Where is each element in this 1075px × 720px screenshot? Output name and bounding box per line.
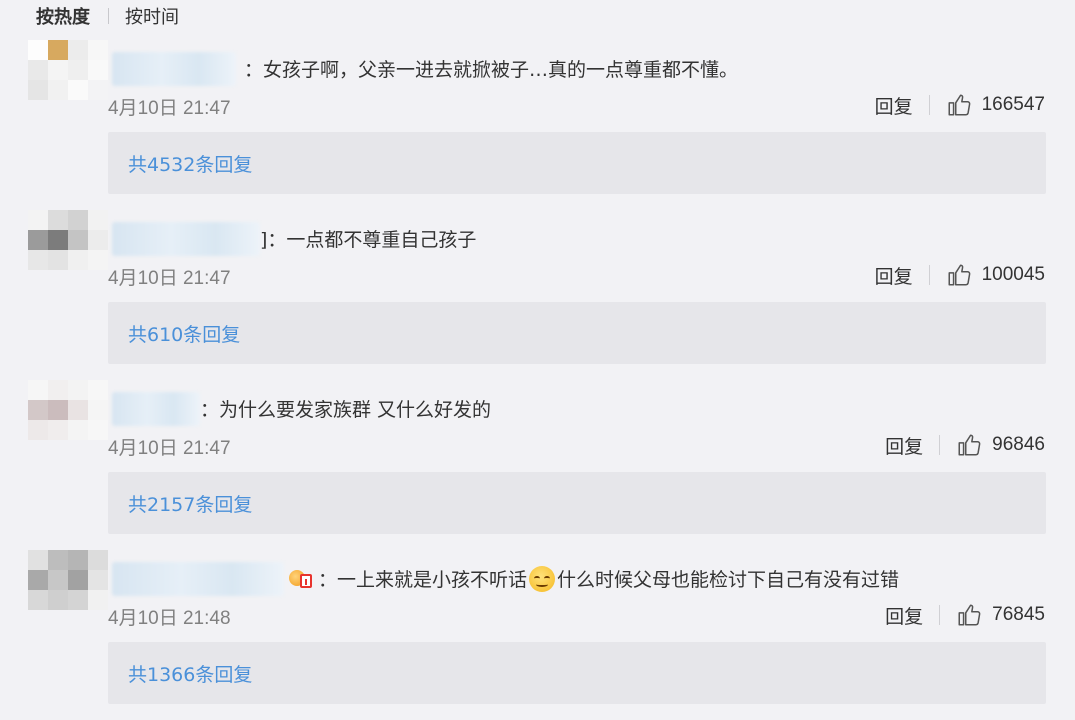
username-blurred[interactable] [112,52,236,86]
avatar[interactable] [28,210,108,270]
view-replies-link[interactable]: 共2157条回复 [128,490,252,517]
like-count: 100045 [981,264,1045,285]
comment-text: ：为什么要发家族群 又什么好发的 [200,399,492,421]
comment-item: ：为什么要发家族群 又什么好发的 4月10日 21:47 回复 96846 共2… [0,380,1075,550]
comment-actions: 回复 96846 [885,432,1045,458]
comment-time: 4月10日 21:47 [108,98,231,119]
avatar[interactable] [28,550,108,610]
sort-bar: 按热度 按时间 [36,3,179,29]
comment-actions: 回复 76845 [885,602,1045,628]
reply-button[interactable]: 回复 [875,262,913,289]
comment-time: 4月10日 21:48 [108,608,231,629]
view-replies-link[interactable]: 共610条回复 [128,320,240,347]
action-divider [939,435,941,455]
sort-divider [108,8,109,24]
comment-actions: 回复 166547 [875,92,1045,118]
action-divider [928,265,930,285]
view-replies-link[interactable]: 共4532条回复 [128,150,252,177]
reply-button[interactable]: 回复 [885,432,923,459]
action-divider [939,605,941,625]
fan-badge-icon [288,568,314,590]
thumbs-up-icon[interactable] [956,432,982,458]
thumbs-up-icon[interactable] [946,92,972,118]
reply-button[interactable]: 回复 [875,92,913,119]
comment-time: 4月10日 21:47 [108,268,231,289]
smiley-emoji-icon [529,565,556,592]
comment-text-part-2: 什么时候父母也能检讨下自己有没有过错 [557,569,900,591]
comment-text: ]：一点都不尊重自己孩子 [260,229,477,251]
username-blurred[interactable] [112,392,200,426]
like-count: 76845 [992,604,1045,625]
avatar[interactable] [28,380,108,440]
thumbs-up-icon[interactable] [946,262,972,288]
like-count: 166547 [981,94,1045,115]
comment-actions: 回复 100045 [875,262,1045,288]
comment-text: ：一上来就是小孩不听话 什么时候父母也能检讨下自己有没有过错 [288,565,899,592]
comment-text-part-1: ：一上来就是小孩不听话 [318,569,528,591]
avatar[interactable] [28,40,108,100]
reply-button[interactable]: 回复 [885,602,923,629]
action-divider [928,95,930,115]
replies-box: 共4532条回复 [108,132,1046,194]
comment-item: ：一上来就是小孩不听话 什么时候父母也能检讨下自己有没有过错 4月10日 21:… [0,550,1075,720]
comment-item: ：女孩子啊，父亲一进去就掀被子…真的一点尊重都不懂。 4月10日 21:47 回… [0,40,1075,210]
thumbs-up-icon[interactable] [956,602,982,628]
comment-text: ：女孩子啊，父亲一进去就掀被子…真的一点尊重都不懂。 [244,59,739,81]
comment-page: 按热度 按时间 ：女孩子啊，父亲一进去就掀被子…真的一点尊重都不懂。 4月10日… [0,0,1075,720]
replies-box: 共1366条回复 [108,642,1046,704]
replies-box: 共610条回复 [108,302,1046,364]
sort-by-hot-tab[interactable]: 按热度 [36,3,90,29]
like-count: 96846 [992,434,1045,455]
sort-by-time-tab[interactable]: 按时间 [125,3,179,29]
replies-box: 共2157条回复 [108,472,1046,534]
comment-time: 4月10日 21:47 [108,438,231,459]
username-blurred[interactable] [112,562,284,596]
view-replies-link[interactable]: 共1366条回复 [128,660,252,687]
comment-item: ]：一点都不尊重自己孩子 4月10日 21:47 回复 100045 共610条… [0,210,1075,380]
username-blurred[interactable] [112,222,260,256]
